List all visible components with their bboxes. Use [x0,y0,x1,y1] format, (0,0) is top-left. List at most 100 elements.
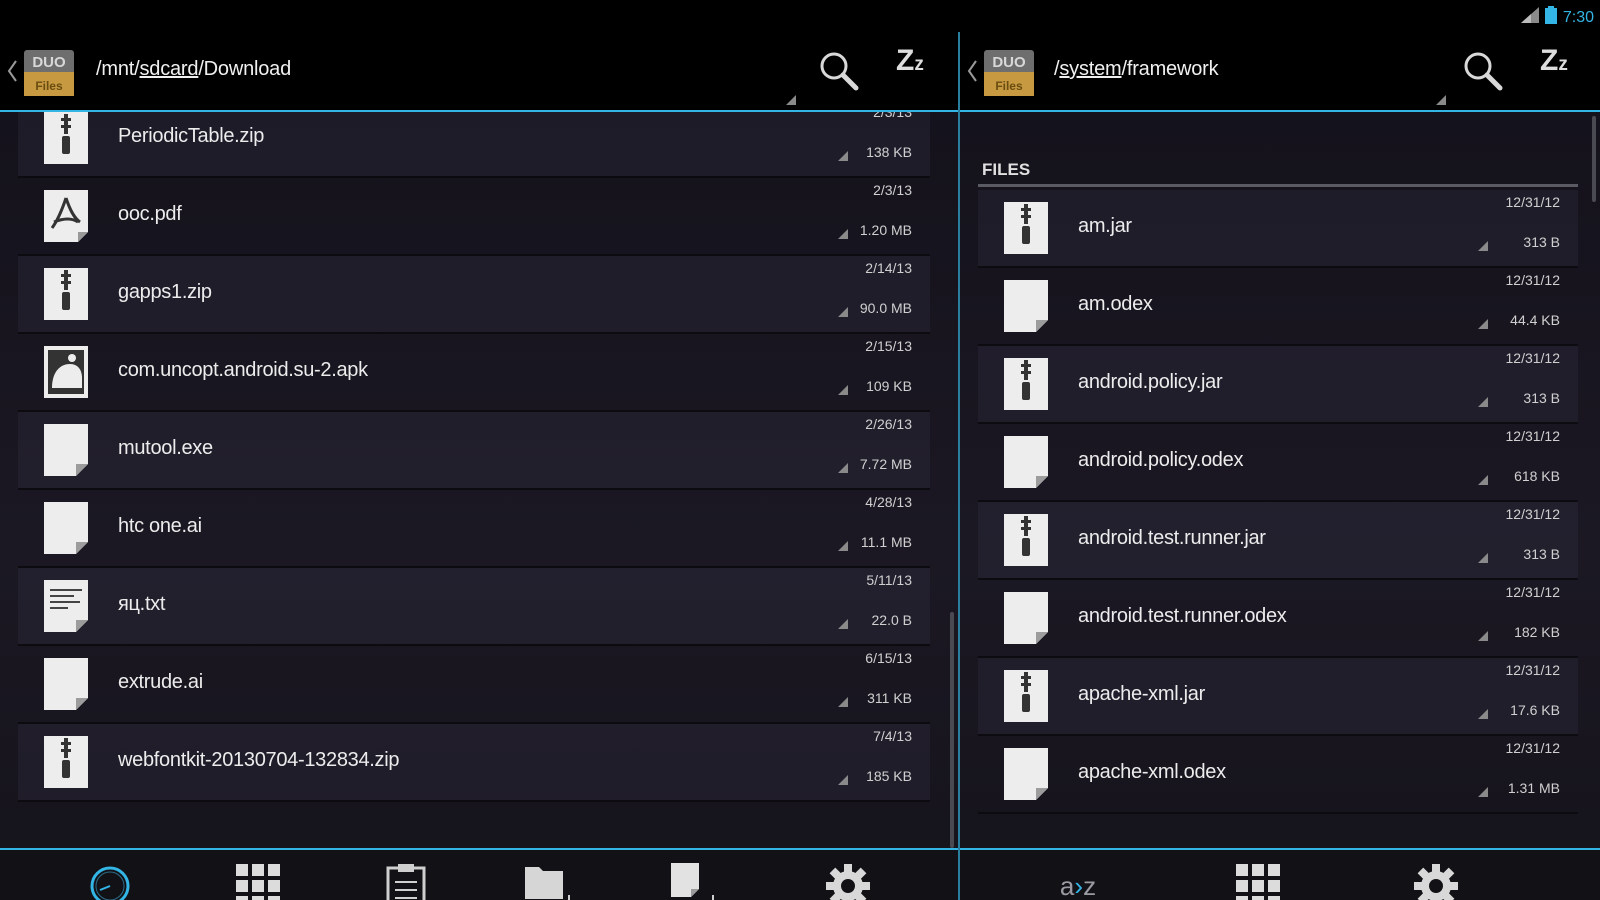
file-row[interactable]: mutool.exe 2/26/13 7.72 MB [18,412,930,490]
file-row[interactable]: htc one.ai 4/28/13 11.1 MB [18,490,930,568]
context-corner-icon[interactable] [1478,472,1488,490]
file-name: android.test.runner.jar [1078,527,1266,549]
new-file-icon[interactable] [666,856,726,900]
file-date: 12/31/12 [1505,662,1561,678]
right-scrollbar[interactable] [1592,116,1596,202]
zip-file-icon [40,266,92,322]
file-date: 12/31/12 [1505,506,1561,522]
file-name: webfontkit-20130704-132834.zip [118,749,400,771]
left-file-list: PeriodicTable.zip 2/3/13 138 KB ooc.pdf 2/3/… [0,112,958,848]
right-file-list: FILES am.jar 12/31/12 313 B am.odex 12/31/12… [960,112,1600,848]
section-divider [978,184,1578,187]
file-name: apache-xml.odex [1078,761,1226,783]
sleep-icon[interactable]: Zz [896,46,924,76]
file-row[interactable]: com.uncopt.android.su-2.apk 2/15/13 109 KB [18,334,930,412]
file-row[interactable]: android.policy.odex 12/31/12 618 KB [978,424,1578,502]
file-row[interactable]: android.test.runner.jar 12/31/12 313 B [978,502,1578,580]
file-size: 22.0 B [871,612,912,628]
file-name: яц.txt [118,593,166,615]
file-row[interactable]: am.odex 12/31/12 44.4 KB [978,268,1578,346]
context-corner-icon[interactable] [1478,394,1488,412]
zip-file-icon [1000,668,1052,724]
file-name: am.jar [1078,215,1132,237]
sleep-icon[interactable]: Zz [1540,46,1568,76]
settings-icon[interactable] [1406,856,1466,900]
status-bar: 7:30 [0,0,1600,32]
context-corner-icon[interactable] [838,226,848,244]
zip-file-icon [1000,200,1052,256]
file-row[interactable]: ooc.pdf 2/3/13 1.20 MB [18,178,930,256]
file-row[interactable]: apache-xml.odex 12/31/12 1.31 MB [978,736,1578,814]
search-icon[interactable] [1462,50,1504,97]
file-row[interactable]: android.policy.jar 12/31/12 313 B [978,346,1578,424]
path-segment-link[interactable]: system [1059,58,1121,80]
file-name: PeriodicTable.zip [118,125,265,147]
generic-file-icon [1000,590,1052,646]
context-corner-icon[interactable] [838,148,848,166]
context-corner-icon[interactable] [1478,316,1488,334]
file-row[interactable]: яц.txt 5/11/13 22.0 B [18,568,930,646]
current-path-left[interactable]: /mnt/sdcard/Download [96,58,291,81]
context-corner-icon[interactable] [838,538,848,556]
clipboard-icon[interactable] [376,856,436,900]
right-bottom-toolbar: a›z [960,848,1600,900]
file-row[interactable]: android.test.runner.odex 12/31/12 182 KB [978,580,1578,658]
file-date: 5/11/13 [866,572,912,588]
file-row[interactable]: extrude.ai 6/15/13 311 KB [18,646,930,724]
zip-file-icon [1000,356,1052,412]
context-corner-icon[interactable] [1478,628,1488,646]
file-row[interactable]: am.jar 12/31/12 313 B [978,190,1578,268]
grid-view-icon[interactable] [1228,856,1288,900]
path-segment-link[interactable]: sdcard [139,58,198,80]
left-bottom-toolbar [0,848,958,900]
context-corner-icon[interactable] [838,616,848,634]
context-corner-icon[interactable] [838,694,848,712]
dropdown-corner-icon[interactable] [786,92,796,110]
context-corner-icon[interactable] [1478,706,1488,724]
grid-view-icon[interactable] [228,856,288,900]
file-date: 4/28/13 [865,494,912,510]
right-pane: DUO Files /system/framework Zz FILES am.… [960,32,1600,900]
file-size: 90.0 MB [859,300,912,316]
context-corner-icon[interactable] [838,382,848,400]
context-corner-icon[interactable] [1478,550,1488,568]
sort-az-button[interactable]: a›z [1038,856,1118,900]
search-icon[interactable] [818,50,860,97]
svg-text:Files: Files [35,79,63,93]
context-corner-icon[interactable] [1478,784,1488,802]
right-pane-header: DUO Files /system/framework Zz [960,32,1600,112]
file-size: 44.4 KB [1510,312,1560,328]
file-name: android.policy.jar [1078,371,1223,393]
file-row[interactable]: apache-xml.jar 12/31/12 17.6 KB [978,658,1578,736]
signal-icon [1520,7,1539,28]
new-folder-icon[interactable] [520,856,580,900]
back-chevron-icon[interactable] [6,58,18,89]
settings-icon[interactable] [818,856,878,900]
file-name: gapps1.zip [118,281,212,303]
file-size: 313 B [1523,546,1560,562]
file-name: extrude.ai [118,671,203,693]
path-segment: /Download [198,58,292,80]
context-corner-icon[interactable] [838,772,848,790]
context-corner-icon[interactable] [1478,238,1488,256]
file-row[interactable]: gapps1.zip 2/14/13 90.0 MB [18,256,930,334]
file-row[interactable]: PeriodicTable.zip 2/3/13 138 KB [18,112,930,178]
pane-divider[interactable] [958,32,960,900]
status-time: 7:30 [1562,8,1594,26]
history-icon[interactable] [80,856,140,900]
apk-file-icon [40,344,92,400]
current-path-right[interactable]: /system/framework [1054,58,1219,81]
context-corner-icon[interactable] [838,460,848,478]
generic-file-icon [1000,746,1052,802]
svg-text:DUO: DUO [992,54,1026,71]
file-row[interactable]: webfontkit-20130704-132834.zip 7/4/13 185 … [18,724,930,802]
file-date: 2/3/13 [873,182,912,198]
file-date: 2/14/13 [865,260,912,276]
left-scrollbar[interactable] [950,612,954,848]
context-corner-icon[interactable] [838,304,848,322]
path-segment: /framework [1121,58,1219,80]
duo-files-logo-icon[interactable]: DUO Files [984,46,1036,98]
back-chevron-icon[interactable] [966,58,978,89]
duo-files-logo-icon[interactable]: DUO Files [24,46,76,98]
dropdown-corner-icon[interactable] [1436,92,1446,110]
